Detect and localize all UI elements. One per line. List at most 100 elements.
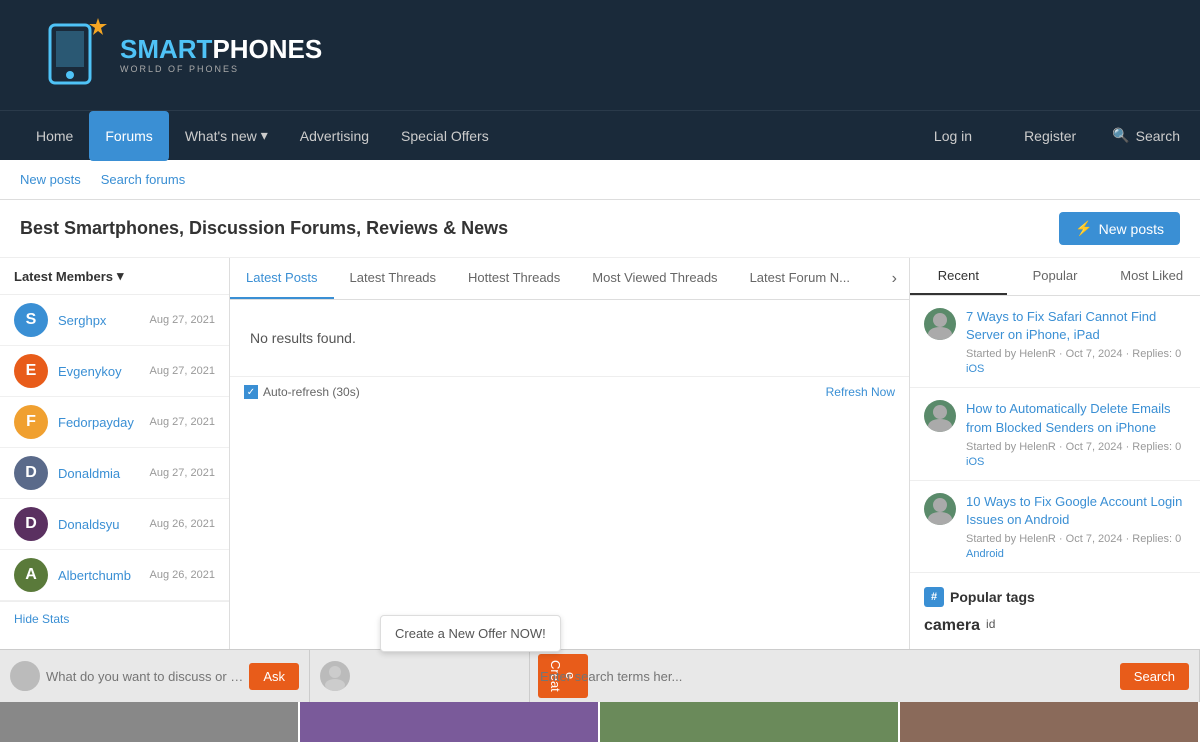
avatar	[924, 308, 956, 340]
right-tab-popular[interactable]: Popular	[1007, 258, 1104, 295]
member-date: Aug 27, 2021	[150, 365, 215, 377]
nav-right: Log in Register 🔍 Search	[918, 111, 1180, 161]
thread-title[interactable]: 10 Ways to Fix Google Account Login Issu…	[966, 493, 1186, 529]
create-offer-input[interactable]	[356, 669, 532, 684]
member-name[interactable]: Donaldsyu	[58, 517, 140, 532]
list-item: F Fedorpayday Aug 27, 2021	[0, 397, 229, 448]
thread-tag[interactable]: iOS	[966, 456, 1186, 468]
thread-content: How to Automatically Delete Emails from …	[966, 400, 1186, 467]
main-content: Latest Members ▾ S Serghpx Aug 27, 2021 …	[0, 258, 1200, 649]
create-offer-tooltip: Create a New Offer NOW!	[380, 615, 561, 652]
lightning-icon: ⚡	[1075, 220, 1092, 237]
right-tab-recent[interactable]: Recent	[910, 258, 1007, 295]
create-offer-section: Create	[310, 650, 530, 702]
thread-item: 10 Ways to Fix Google Account Login Issu…	[910, 481, 1200, 573]
logo-text: SMARTPHONES	[120, 36, 322, 62]
nav-forums[interactable]: Forums	[89, 111, 168, 161]
member-date: Aug 26, 2021	[150, 569, 215, 581]
tags-cloud: camera id	[924, 617, 1186, 635]
auto-refresh-checkbox[interactable]: ✓	[244, 385, 258, 399]
thread-title[interactable]: How to Automatically Delete Emails from …	[966, 400, 1186, 436]
member-name[interactable]: Donaldmia	[58, 466, 140, 481]
tab-latest-posts[interactable]: Latest Posts	[230, 258, 334, 299]
nav-login[interactable]: Log in	[918, 111, 988, 161]
thread-tag[interactable]: Android	[966, 548, 1186, 560]
thumb-item[interactable]	[600, 702, 900, 742]
member-name[interactable]: Serghpx	[58, 313, 140, 328]
nav-special-offers[interactable]: Special Offers	[385, 111, 505, 161]
nav-home[interactable]: Home	[20, 111, 89, 161]
member-date: Aug 27, 2021	[150, 416, 215, 428]
tab-hottest-threads[interactable]: Hottest Threads	[452, 258, 576, 299]
logo-svg	[20, 10, 130, 100]
search-section: Search	[530, 650, 1200, 702]
thumb-item[interactable]	[300, 702, 600, 742]
popular-tags-header: # Popular tags	[924, 587, 1186, 607]
logo[interactable]: SMARTPHONES WORLD OF PHONES	[20, 10, 322, 100]
thread-item: 7 Ways to Fix Safari Cannot Find Server …	[910, 296, 1200, 388]
member-date: Aug 27, 2021	[150, 467, 215, 479]
sub-nav-new-posts[interactable]: New posts	[20, 172, 81, 187]
nav-register[interactable]: Register	[1008, 111, 1092, 161]
tag-id[interactable]: id	[986, 617, 995, 635]
main-nav: Home Forums What's new ▾ Advertising Spe…	[0, 110, 1200, 160]
list-item: A Albertchumb Aug 26, 2021	[0, 550, 229, 601]
thread-content: 7 Ways to Fix Safari Cannot Find Server …	[966, 308, 1186, 375]
right-tab-most-liked[interactable]: Most Liked	[1103, 258, 1200, 295]
center-panel: Latest Posts Latest Threads Hottest Thre…	[230, 258, 910, 649]
avatar	[924, 400, 956, 432]
list-item: D Donaldsyu Aug 26, 2021	[0, 499, 229, 550]
tab-latest-forum[interactable]: Latest Forum N...	[734, 258, 866, 299]
avatar: A	[14, 558, 48, 592]
page-title: Best Smartphones, Discussion Forums, Rev…	[20, 218, 508, 239]
member-date: Aug 27, 2021	[150, 314, 215, 326]
member-name[interactable]: Evgenykoy	[58, 364, 140, 379]
thumb-item[interactable]	[0, 702, 300, 742]
page-header: Best Smartphones, Discussion Forums, Rev…	[0, 200, 1200, 258]
thread-tag[interactable]: iOS	[966, 363, 1186, 375]
thread-content: 10 Ways to Fix Google Account Login Issu…	[966, 493, 1186, 560]
sub-nav-search-forums[interactable]: Search forums	[101, 172, 186, 187]
nav-search[interactable]: 🔍 Search	[1112, 127, 1180, 144]
ask-button[interactable]: Ask	[249, 663, 299, 690]
tab-next-arrow[interactable]: ›	[880, 260, 909, 298]
ask-avatar	[10, 661, 40, 691]
tab-latest-threads[interactable]: Latest Threads	[334, 258, 452, 299]
logo-sub: WORLD OF PHONES	[120, 64, 322, 74]
nav-whats-new[interactable]: What's new ▾	[169, 111, 284, 161]
auto-refresh[interactable]: ✓ Auto-refresh (30s)	[244, 385, 360, 399]
avatar: D	[14, 456, 48, 490]
latest-members-header[interactable]: Latest Members ▾	[0, 258, 229, 295]
member-name[interactable]: Fedorpayday	[58, 415, 140, 430]
ask-input[interactable]	[46, 669, 243, 684]
nav-advertising[interactable]: Advertising	[284, 111, 385, 161]
hide-stats-button[interactable]: Hide Stats	[0, 601, 229, 636]
thread-meta: Started by HelenR · Oct 7, 2024 · Replie…	[966, 441, 1186, 453]
right-tabs: Recent Popular Most Liked	[910, 258, 1200, 296]
top-nav: SMARTPHONES WORLD OF PHONES	[0, 0, 1200, 110]
refresh-now-button[interactable]: Refresh Now	[826, 385, 895, 399]
new-posts-button[interactable]: ⚡ New posts	[1059, 212, 1180, 245]
tag-camera[interactable]: camera	[924, 617, 980, 635]
thread-title[interactable]: 7 Ways to Fix Safari Cannot Find Server …	[966, 308, 1186, 344]
avatar: E	[14, 354, 48, 388]
thumb-item[interactable]	[900, 702, 1200, 742]
tag-icon: #	[924, 587, 944, 607]
search-button[interactable]: Search	[1120, 663, 1189, 690]
thread-meta: Started by HelenR · Oct 7, 2024 · Replie…	[966, 533, 1186, 545]
avatar: F	[14, 405, 48, 439]
dropdown-icon: ▾	[117, 268, 124, 284]
list-item: D Donaldmia Aug 27, 2021	[0, 448, 229, 499]
avatar: S	[14, 303, 48, 337]
no-results-message: No results found.	[230, 300, 909, 376]
create-offer-avatar	[320, 661, 350, 691]
tab-most-viewed[interactable]: Most Viewed Threads	[576, 258, 733, 299]
list-item: E Evgenykoy Aug 27, 2021	[0, 346, 229, 397]
search-input[interactable]	[540, 669, 1114, 684]
member-name[interactable]: Albertchumb	[58, 568, 140, 583]
nav-whats-new-label: What's new ▾	[185, 127, 268, 144]
ask-section: Ask	[0, 650, 310, 702]
tabs-bar: Latest Posts Latest Threads Hottest Thre…	[230, 258, 909, 300]
thread-meta: Started by HelenR · Oct 7, 2024 · Replie…	[966, 348, 1186, 360]
avatar: D	[14, 507, 48, 541]
